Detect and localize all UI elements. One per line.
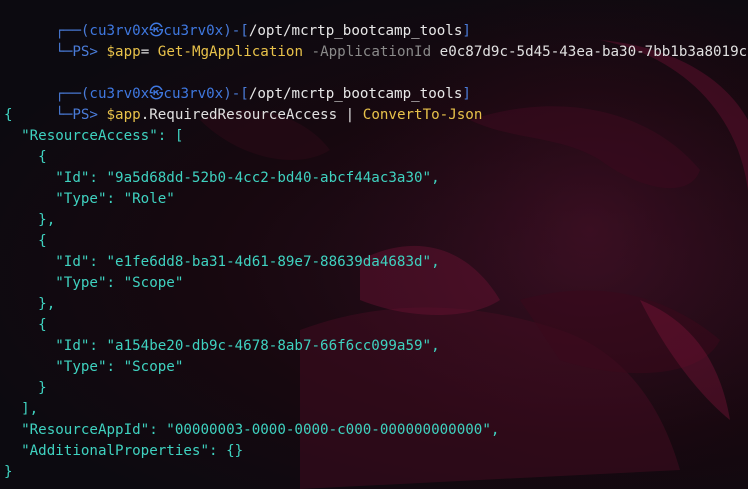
json-line: { (4, 149, 47, 165)
prompt-header-1: ┌──(cu3rv0x㉿cu3rv0x)-[/opt/mcrtp_bootcam… (4, 0, 747, 39)
prompt-user: cu3rv0x (89, 86, 150, 102)
prompt-host: cu3rv0x (163, 23, 224, 39)
prompt-frame-mid: )-[ (223, 23, 249, 39)
prompt-frame-bottom: └─ (55, 107, 73, 123)
json-line: { (4, 233, 47, 249)
prompt-frame-end: ] (462, 86, 471, 102)
prompt-host: cu3rv0x (163, 86, 224, 102)
skull-icon: ㉿ (149, 23, 164, 39)
application-id-value: e0c87d9c-5d45-43ea-ba30-7bb1b3a8019c (431, 44, 748, 60)
assign-operator: = (140, 44, 158, 60)
json-line: } (4, 380, 47, 396)
prompt-frame-end: ] (462, 23, 471, 39)
prompt-frame-mid: )-[ (223, 86, 249, 102)
cmdlet-convertto-json: ConvertTo-Json (362, 107, 483, 123)
json-line: "ResourceAccess": [ (4, 128, 184, 144)
prompt-path: /opt/mcrtp_bootcamp_tools (248, 86, 463, 102)
prompt-header-2: ┌──(cu3rv0x㉿cu3rv0x)-[/opt/mcrtp_bootcam… (4, 63, 747, 102)
member-access-pipe: .RequiredResourceAccess | (140, 107, 363, 123)
parameter-applicationid: -ApplicationId (303, 44, 432, 60)
json-line: "Id": "a154be20-db9c-4678-8ab7-66f6cc099… (4, 338, 440, 354)
json-line: "Id": "e1fe6dd8-ba31-4d61-89e7-88639da46… (4, 254, 440, 270)
prompt-user: cu3rv0x (89, 23, 150, 39)
json-line: "AdditionalProperties": {} (4, 443, 244, 459)
json-line: }, (4, 212, 56, 228)
json-line: }, (4, 296, 56, 312)
json-line: "Type": "Scope" (4, 359, 184, 375)
terminal-output[interactable]: ┌──(cu3rv0x㉿cu3rv0x)-[/opt/mcrtp_bootcam… (4, 0, 747, 483)
terminal-window[interactable]: ┌──(cu3rv0x㉿cu3rv0x)-[/opt/mcrtp_bootcam… (0, 0, 748, 489)
prompt-path: /opt/mcrtp_bootcamp_tools (248, 23, 463, 39)
json-line: "Type": "Role" (4, 191, 175, 207)
variable-app: $app (106, 44, 141, 60)
json-line: "Id": "9a5d68dd-52b0-4cc2-bd40-abcf44ac3… (4, 170, 440, 186)
prompt-frame-top: ┌──( (55, 86, 90, 102)
prompt-frame-bottom: └─ (55, 44, 73, 60)
ps-prompt: PS> (72, 107, 107, 123)
cmdlet-get-mgapplication: Get-MgApplication (157, 44, 303, 60)
json-line: "ResourceAppId": "00000003-0000-0000-c00… (4, 422, 500, 438)
json-line: "Type": "Scope" (4, 275, 184, 291)
json-line: } (4, 464, 13, 480)
json-line: ], (4, 401, 39, 417)
variable-app: $app (106, 107, 141, 123)
ps-prompt: PS> (72, 44, 107, 60)
skull-icon: ㉿ (149, 86, 164, 102)
json-line: { (4, 317, 47, 333)
prompt-frame-top: ┌──( (55, 23, 90, 39)
